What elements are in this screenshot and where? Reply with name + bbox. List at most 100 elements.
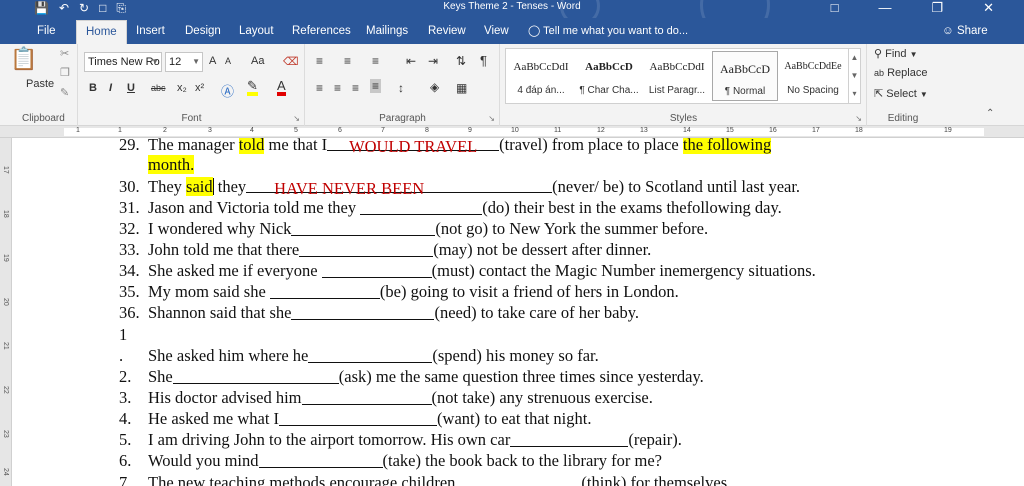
close-icon[interactable]: ✕ xyxy=(983,0,994,16)
line-spacing-icon[interactable]: ↕ xyxy=(398,81,404,95)
copy-icon[interactable]: ❐ xyxy=(60,66,70,79)
highlight-icon[interactable]: ✎ xyxy=(247,79,258,96)
section-number: 1 xyxy=(119,325,128,344)
exercise-line: . She asked him where he (spend) his money… xyxy=(119,345,599,366)
answer-blank xyxy=(291,305,435,320)
item-number: 2. xyxy=(119,367,132,386)
justify-icon[interactable]: ≡ xyxy=(370,79,382,93)
tab-mailings[interactable]: Mailings xyxy=(366,18,408,44)
cut-icon[interactable]: ✂ xyxy=(60,47,69,60)
align-left-icon[interactable]: ≡ xyxy=(316,81,323,95)
italic-button[interactable]: I xyxy=(109,82,112,94)
lightbulb-icon: ◯ xyxy=(528,25,541,37)
tab-layout[interactable]: Layout xyxy=(239,18,274,44)
item-text: (repair). xyxy=(628,430,682,449)
font-name-box[interactable]: Times New Ro ▼ xyxy=(84,52,162,72)
tab-design[interactable]: Design xyxy=(185,18,221,44)
increase-indent-icon[interactable]: ⇥ xyxy=(428,54,438,68)
tab-home[interactable]: Home xyxy=(76,20,127,44)
item-text: (spend) his money so far. xyxy=(432,346,599,365)
share-button[interactable]: ☺ Share xyxy=(942,18,988,44)
ruler-tick: 6 xyxy=(338,127,342,134)
ribbon: 📋 Paste ✂ ❐ ✎ Clipboard Times New Ro ▼ 12… xyxy=(0,44,1024,126)
bold-button[interactable]: B xyxy=(89,82,97,94)
multilevel-list-icon[interactable]: ≡ xyxy=(372,54,379,68)
item-text: (be) going to visit a friend of hers in … xyxy=(379,282,679,301)
item-text: (travel) from place to place xyxy=(499,138,683,154)
shading-icon[interactable]: ◈ xyxy=(430,80,439,94)
font-color-icon[interactable]: A xyxy=(277,79,286,96)
gallery-scroll[interactable]: ▲ ▼ ▾ xyxy=(848,49,860,103)
styles-label: Styles xyxy=(669,113,698,124)
answer-blank xyxy=(455,475,581,486)
collapse-ribbon-icon[interactable]: ⌃ xyxy=(986,108,994,119)
pilcrow-icon[interactable]: ¶ xyxy=(480,53,487,68)
align-center-icon[interactable]: ≡ xyxy=(334,81,341,95)
borders-icon[interactable]: ▦ xyxy=(456,81,467,95)
item-text: (not take) any strenuous exercise. xyxy=(431,388,653,407)
font-size-box[interactable]: 12 ▼ xyxy=(165,52,203,72)
ruler-tick: 23 xyxy=(2,430,9,438)
font-dialog-launcher-icon[interactable]: ↘ xyxy=(293,114,300,123)
bullets-icon[interactable]: ≡ xyxy=(316,54,323,68)
subscript-button[interactable]: x₂ xyxy=(177,82,187,94)
select-button[interactable]: ⇱ Select ▼ xyxy=(874,87,928,100)
tab-view[interactable]: View xyxy=(484,18,509,44)
underline-button[interactable]: U xyxy=(127,82,135,94)
tell-me-box[interactable]: ◯ Tell me what you want to do... xyxy=(528,18,688,44)
vertical-ruler[interactable]: 17 18 19 20 21 22 23 24 xyxy=(0,138,12,486)
item-text: (want) to eat that night. xyxy=(437,409,592,428)
item-text: (never/ be) to Scotland until last year. xyxy=(552,177,801,196)
numbering-icon[interactable]: ≡ xyxy=(344,54,351,68)
text-effects-icon[interactable]: Ⓐ xyxy=(221,81,234,100)
shrink-font-button[interactable]: A xyxy=(225,56,231,66)
highlighted-text: told xyxy=(238,138,265,154)
highlighted-text: month. xyxy=(148,155,195,174)
find-button[interactable]: ⚲ Find ▼ xyxy=(874,47,918,60)
paste-icon[interactable]: 📋 xyxy=(10,46,37,72)
style-item[interactable]: AaBbCcDdI 4 đáp án... xyxy=(508,51,574,101)
style-item[interactable]: AaBbCcDdI List Paragr... xyxy=(644,51,710,101)
answer-blank xyxy=(510,432,629,447)
replace-button[interactable]: ab Replace xyxy=(874,67,927,79)
select-label: Select xyxy=(886,88,917,100)
format-painter-icon[interactable]: ✎ xyxy=(60,86,69,99)
style-item[interactable]: AaBbCcDdEe No Spacing xyxy=(780,51,846,101)
grow-font-button[interactable]: A xyxy=(209,55,216,67)
style-item-normal[interactable]: AaBbCcD ¶ Normal xyxy=(712,51,778,101)
item-number: 36. xyxy=(119,303,140,322)
clipboard-group: 📋 Paste ✂ ❐ ✎ Clipboard xyxy=(0,44,78,126)
tab-references[interactable]: References xyxy=(292,18,351,44)
paragraph-dialog-launcher-icon[interactable]: ↘ xyxy=(488,114,495,123)
tab-insert[interactable]: Insert xyxy=(136,18,165,44)
answer-blank xyxy=(301,390,432,405)
sort-icon[interactable]: ⇅ xyxy=(456,54,466,68)
style-item[interactable]: AaBbCcD ¶ Char Cha... xyxy=(576,51,642,101)
ribbon-display-icon[interactable]: □ xyxy=(831,0,839,16)
item-text: (ask) me the same question three times s… xyxy=(338,367,704,386)
strikethrough-button[interactable]: abc xyxy=(151,83,166,93)
chevron-down-icon: ▼ xyxy=(909,50,918,59)
horizontal-ruler[interactable]: 1 1 2 3 4 5 6 7 8 9 10 11 12 13 14 15 16… xyxy=(0,126,1024,138)
tab-file[interactable]: File xyxy=(37,18,56,44)
item-text: they xyxy=(213,177,247,196)
restore-icon[interactable]: ❐ xyxy=(931,0,943,16)
item-text: (do) their best in the exams thefollowin… xyxy=(482,198,782,217)
styles-dialog-launcher-icon[interactable]: ↘ xyxy=(855,114,862,123)
item-number: 30. xyxy=(119,177,140,196)
clear-formatting-icon[interactable]: ⌫ xyxy=(283,55,299,68)
answer-blank xyxy=(291,221,436,236)
align-right-icon[interactable]: ≡ xyxy=(352,81,359,95)
item-number: 4. xyxy=(119,409,132,428)
minimize-icon[interactable]: — xyxy=(878,0,891,16)
tab-review[interactable]: Review xyxy=(428,18,466,44)
paragraph-label: Paragraph xyxy=(379,113,426,124)
paste-button[interactable]: Paste xyxy=(26,78,54,90)
item-text: The new teaching methods encourage child… xyxy=(148,473,456,486)
change-case-button[interactable]: Aa xyxy=(251,55,264,67)
chevron-down-icon: ▼ xyxy=(192,57,200,66)
document-page[interactable]: 29. The manager told me that I WOULD TRAVE… xyxy=(12,138,1024,486)
decrease-indent-icon[interactable]: ⇤ xyxy=(406,54,416,68)
superscript-button[interactable]: x² xyxy=(195,82,204,94)
item-text: me that I xyxy=(264,138,328,154)
